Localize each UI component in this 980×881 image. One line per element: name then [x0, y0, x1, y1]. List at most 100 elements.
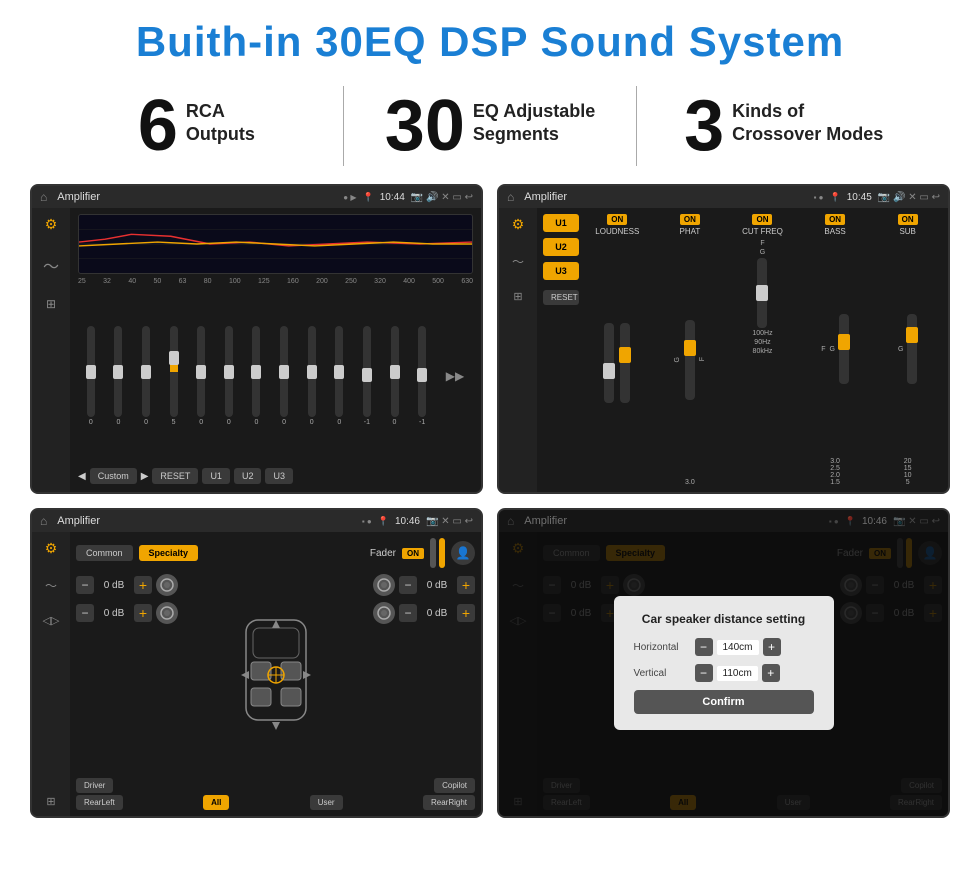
dialog-overlay: Car speaker distance setting Horizontal … — [499, 510, 948, 816]
eq-slider-11[interactable]: 0 — [391, 326, 399, 426]
home-icon-2[interactable]: ⌂ — [507, 190, 514, 204]
eq-slider-10[interactable]: -1 — [363, 326, 371, 426]
amp-reset-btn[interactable]: RESET — [543, 290, 579, 305]
stat-number-crossover: 3 — [684, 90, 724, 162]
fader-mini-slider-2[interactable] — [439, 538, 445, 568]
eq-slider-4[interactable]: 0 — [197, 326, 205, 426]
waveform-icon[interactable]: 〜 — [43, 253, 59, 277]
fader-minus-3[interactable]: − — [399, 576, 417, 594]
eq-custom-btn[interactable]: Custom — [90, 468, 137, 484]
status-title-2: Amplifier — [524, 191, 807, 203]
fader-minus-2[interactable]: − — [76, 604, 94, 622]
amp-phat-on[interactable]: ON — [680, 214, 700, 225]
fader-copilot-btn[interactable]: Copilot — [434, 778, 475, 793]
amp-preset-u2[interactable]: U2 — [543, 238, 579, 256]
fader-on-badge[interactable]: ON — [402, 548, 424, 559]
fader-user-btn[interactable]: User — [310, 795, 343, 810]
amp-preset-u3[interactable]: U3 — [543, 262, 579, 280]
fader-plus-2[interactable]: + — [134, 604, 152, 622]
fader-user-icon[interactable]: 👤 — [451, 541, 475, 565]
amp-loudness-on[interactable]: ON — [607, 214, 627, 225]
screen-crossover: ⌂ Amplifier ▪ ● 📍 10:45 📷 🔊 ✕ ▭ ↩ ⚙ 〜 ⊞ … — [497, 184, 950, 494]
eq-graph — [78, 214, 473, 274]
eq-play-icon[interactable]: ▶ — [141, 471, 149, 482]
speaker-icon[interactable]: ⊞ — [46, 297, 56, 311]
amp-vol-icon[interactable]: ⊞ — [513, 290, 522, 303]
eq-bottom-bar: ◀ Custom ▶ RESET U1 U2 U3 — [78, 464, 473, 486]
status-title-1: Amplifier — [57, 191, 337, 203]
amp-screen-content: ⚙ 〜 ⊞ U1 U2 U3 RESET ON LOUDNESS — [499, 208, 948, 492]
eq-reset-btn[interactable]: RESET — [152, 468, 198, 484]
fader-main-content: Common Specialty Fader ON 👤 — [70, 532, 481, 816]
fader-left-controls: − 0 dB + − 0 dB + — [76, 574, 208, 776]
amp-phat-slider[interactable] — [685, 320, 695, 400]
amp-cutfreq-slider[interactable] — [757, 258, 767, 328]
eq-icon[interactable]: ⚙ — [45, 216, 58, 233]
fader-mini-slider-1[interactable] — [430, 538, 436, 568]
amp-phat: ON PHAT G F 3.0 — [656, 214, 725, 486]
fader-driver-btn[interactable]: Driver — [76, 778, 113, 793]
amp-wave-icon[interactable]: 〜 — [512, 253, 524, 270]
eq-sliders-row: 0 0 0 5 — [78, 288, 473, 464]
fader-right-controls: − 0 dB + − 0 dB + — [344, 574, 476, 776]
home-icon-1[interactable]: ⌂ — [40, 190, 47, 204]
dialog-horizontal-control: − 140cm + — [695, 638, 814, 656]
amp-preset-u1[interactable]: U1 — [543, 214, 579, 232]
amp-bass-slider[interactable] — [839, 314, 849, 384]
fader-minus-1[interactable]: − — [76, 576, 94, 594]
fader-plus-1[interactable]: + — [134, 576, 152, 594]
fader-label: Fader — [370, 548, 396, 559]
status-icons-3: 📷 ✕ ▭ ↩ — [426, 516, 473, 527]
eq-slider-0[interactable]: 0 — [87, 326, 95, 426]
eq-scroll-arrows[interactable]: ▶▶ — [446, 369, 464, 383]
fader-car-diagram — [216, 574, 336, 776]
amp-main-content: U1 U2 U3 RESET ON LOUDNESS — [537, 208, 948, 492]
amp-loudness-slider-r[interactable] — [620, 323, 630, 403]
eq-slider-7[interactable]: 0 — [280, 326, 288, 426]
eq-slider-8[interactable]: 0 — [308, 326, 316, 426]
eq-prev-icon[interactable]: ◀ — [78, 471, 86, 482]
eq-slider-3[interactable]: 5 — [170, 326, 178, 426]
confirm-button[interactable]: Confirm — [634, 690, 814, 714]
status-icons-2: 📷 🔊 ✕ ▭ ↩ — [878, 192, 940, 203]
home-icon-3[interactable]: ⌂ — [40, 514, 47, 528]
fader-vol-icon[interactable]: ⊞ — [46, 795, 55, 808]
fader-rearright-btn[interactable]: RearRight — [423, 795, 475, 810]
fader-top-row: Common Specialty Fader ON 👤 — [76, 538, 475, 568]
eq-u3-btn[interactable]: U3 — [265, 468, 293, 484]
status-dots-2: ▪ ● — [814, 193, 824, 202]
fader-eq-icon[interactable]: ⚙ — [45, 540, 58, 557]
fader-tab-common[interactable]: Common — [76, 545, 133, 561]
screens-grid: ⌂ Amplifier ● ▶ 📍 10:44 📷 🔊 ✕ ▭ ↩ ⚙ 〜 ⊞ — [0, 180, 980, 828]
car-svg — [231, 610, 321, 740]
eq-slider-12[interactable]: -1 — [418, 326, 426, 426]
dialog-vertical-minus[interactable]: − — [695, 664, 713, 682]
dialog-vertical-plus[interactable]: + — [762, 664, 780, 682]
eq-slider-9[interactable]: 0 — [335, 326, 343, 426]
fader-minus-4[interactable]: − — [399, 604, 417, 622]
fader-db-value-4: 0 dB — [421, 608, 453, 619]
amp-cutfreq-on[interactable]: ON — [752, 214, 772, 225]
dialog-horizontal-plus[interactable]: + — [763, 638, 781, 656]
amp-sub-slider[interactable] — [907, 314, 917, 384]
eq-u1-btn[interactable]: U1 — [202, 468, 230, 484]
fader-tab-specialty[interactable]: Specialty — [139, 545, 199, 561]
dialog-horizontal-minus[interactable]: − — [695, 638, 713, 656]
eq-u2-btn[interactable]: U2 — [234, 468, 262, 484]
pin-icon-1: 📍 — [363, 192, 374, 203]
fader-rearleft-btn[interactable]: RearLeft — [76, 795, 123, 810]
amp-loudness-slider-l[interactable] — [604, 323, 614, 403]
fader-db-row-3: − 0 dB + — [373, 574, 475, 596]
eq-slider-6[interactable]: 0 — [252, 326, 260, 426]
eq-slider-1[interactable]: 0 — [114, 326, 122, 426]
eq-slider-2[interactable]: 0 — [142, 326, 150, 426]
fader-arrows-icon[interactable]: ◁▷ — [43, 614, 60, 627]
amp-bass-on[interactable]: ON — [825, 214, 845, 225]
fader-plus-4[interactable]: + — [457, 604, 475, 622]
amp-eq-icon[interactable]: ⚙ — [512, 216, 525, 233]
fader-wave-icon[interactable]: 〜 — [45, 577, 57, 594]
fader-all-btn[interactable]: All — [203, 795, 229, 810]
amp-sub-on[interactable]: ON — [898, 214, 918, 225]
fader-plus-3[interactable]: + — [457, 576, 475, 594]
eq-slider-5[interactable]: 0 — [225, 326, 233, 426]
